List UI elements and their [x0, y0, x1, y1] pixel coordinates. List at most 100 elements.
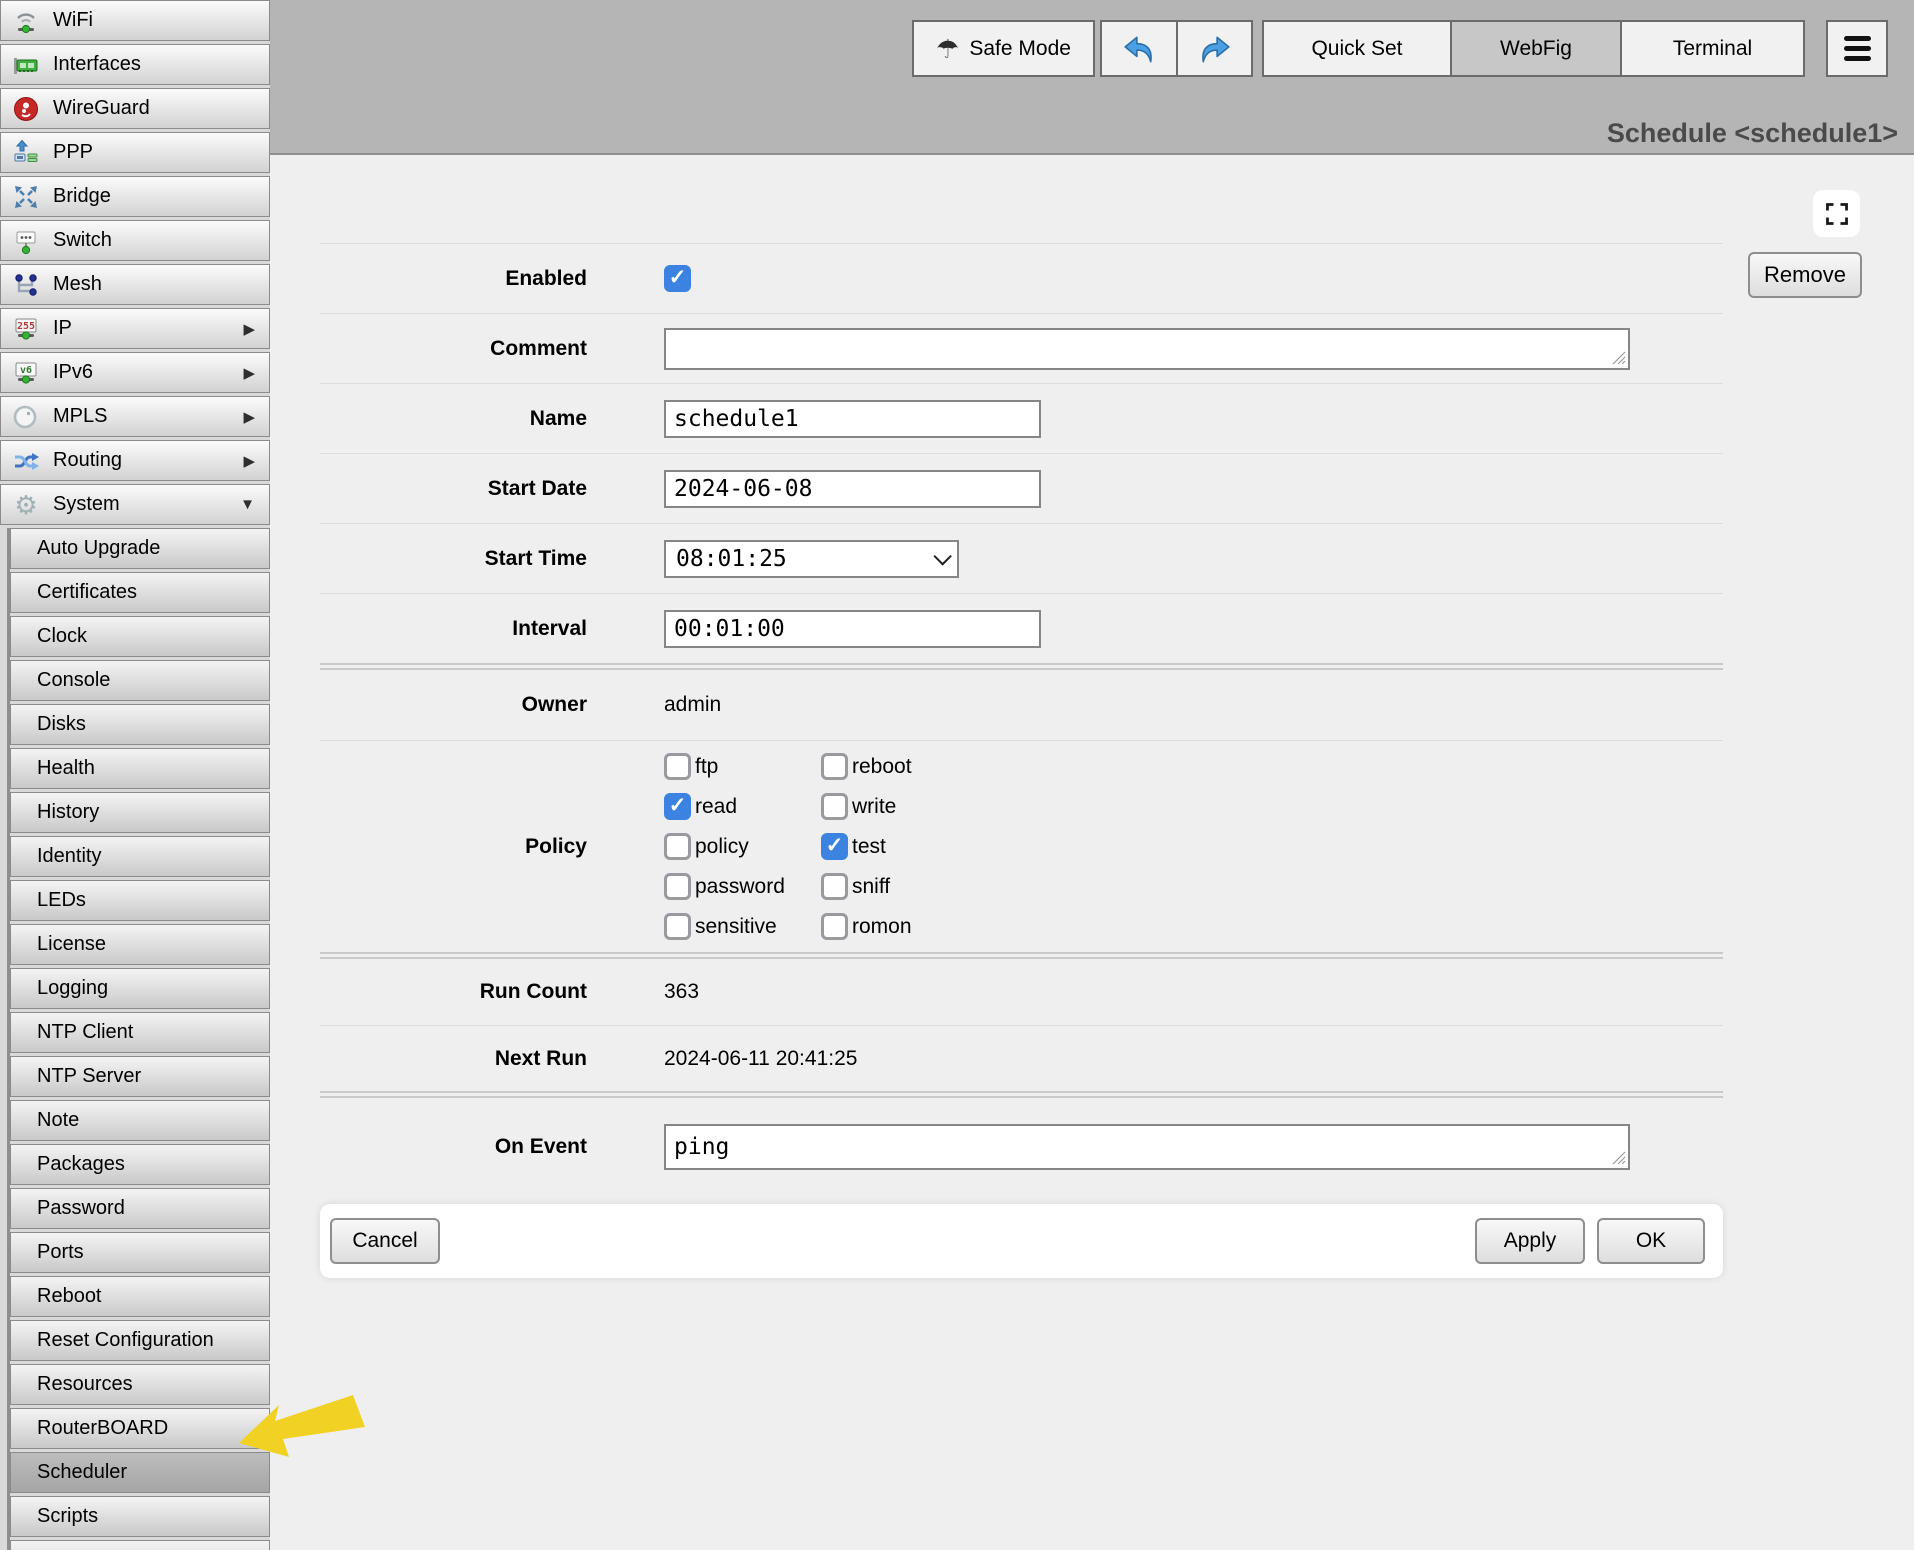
policy-label: Policy [320, 835, 587, 859]
sidebar-item-shutdown[interactable]: Shutdown [10, 1540, 270, 1550]
policy-romon-checkbox[interactable]: ✓ [821, 913, 848, 940]
gear-icon: ⚙ [11, 490, 41, 520]
sidebar-item-identity[interactable]: Identity [10, 836, 270, 877]
sidebar-item-ip[interactable]: 255 IP ▶ [0, 308, 270, 349]
resize-handle-icon[interactable] [1611, 350, 1626, 365]
ok-button[interactable]: OK [1597, 1218, 1705, 1264]
sidebar-item-license[interactable]: License [10, 924, 270, 965]
redo-button[interactable] [1176, 20, 1253, 77]
tab-webfig[interactable]: WebFig [1450, 20, 1622, 77]
on-event-textarea[interactable]: ping [664, 1124, 1630, 1170]
policy-write-checkbox[interactable]: ✓ [821, 793, 848, 820]
sidebar-item-switch[interactable]: Switch [0, 220, 270, 261]
policy-ftp-checkbox[interactable]: ✓ [664, 753, 691, 780]
sidebar-item-label: IP [53, 317, 72, 340]
tab-terminal[interactable]: Terminal [1620, 20, 1805, 77]
chevron-down-icon: ▼ [240, 496, 255, 513]
cancel-button[interactable]: Cancel [330, 1218, 440, 1264]
sidebar-item-wireguard[interactable]: WireGuard [0, 88, 270, 129]
sidebar-item-mesh[interactable]: Mesh [0, 264, 270, 305]
start-time-select[interactable]: 08:01:25 [664, 540, 959, 578]
undo-button[interactable] [1100, 20, 1178, 77]
sidebar-item-scripts[interactable]: Scripts [10, 1496, 270, 1537]
redo-icon [1198, 32, 1232, 66]
sidebar-item-label: Bridge [53, 185, 111, 208]
sidebar-item-bridge[interactable]: Bridge [0, 176, 270, 217]
sidebar-item-resources[interactable]: Resources [10, 1364, 270, 1405]
remove-button[interactable]: Remove [1748, 252, 1862, 298]
sidebar-item-password[interactable]: Password [10, 1188, 270, 1229]
apply-button[interactable]: Apply [1475, 1218, 1585, 1264]
start-time-label: Start Time [320, 547, 587, 571]
sidebar-item-routing[interactable]: Routing ▶ [0, 440, 270, 481]
sidebar-item-mpls[interactable]: MPLS ▶ [0, 396, 270, 437]
fullscreen-button[interactable] [1813, 190, 1860, 237]
enabled-checkbox[interactable]: ✓ [664, 265, 691, 292]
sidebar-item-ppp[interactable]: PPP [0, 132, 270, 173]
sidebar-item-label: WireGuard [53, 97, 150, 120]
sidebar-item-reset-configuration[interactable]: Reset Configuration [10, 1320, 270, 1361]
sidebar-item-history[interactable]: History [10, 792, 270, 833]
safe-mode-label: Safe Mode [969, 37, 1071, 61]
sidebar-item-routerboard[interactable]: RouterBOARD [10, 1408, 270, 1449]
safe-mode-button[interactable]: ☂ Safe Mode [912, 20, 1095, 77]
tab-quick-set[interactable]: Quick Set [1262, 20, 1452, 77]
interval-input[interactable] [664, 610, 1041, 648]
sidebar-item-health[interactable]: Health [10, 748, 270, 789]
page-title: Schedule <schedule1> [1607, 118, 1898, 149]
sidebar-item-disks[interactable]: Disks [10, 704, 270, 745]
fullscreen-icon [1824, 201, 1850, 227]
policy-policy-checkbox[interactable]: ✓ [664, 833, 691, 860]
sidebar-item-ports[interactable]: Ports [10, 1232, 270, 1273]
name-input[interactable] [664, 400, 1041, 438]
policy-test-checkbox[interactable]: ✓ [821, 833, 848, 860]
sidebar-item-note[interactable]: Note [10, 1100, 270, 1141]
sidebar-item-label: MPLS [53, 405, 107, 428]
sidebar-item-reboot[interactable]: Reboot [10, 1276, 270, 1317]
undo-icon [1122, 32, 1156, 66]
policy-read-checkbox[interactable]: ✓ [664, 793, 691, 820]
policy-password-checkbox[interactable]: ✓ [664, 873, 691, 900]
policy-sniff-checkbox[interactable]: ✓ [821, 873, 848, 900]
comment-row: Comment [320, 313, 1723, 383]
sidebar: WiFi Interfaces WireGuard [0, 0, 270, 1550]
sidebar-item-console[interactable]: Console [10, 660, 270, 701]
resize-handle-icon[interactable] [1611, 1150, 1626, 1165]
webfig-label: WebFig [1500, 37, 1572, 61]
hamburger-menu-button[interactable] [1826, 20, 1888, 77]
sidebar-item-system[interactable]: ⚙ System ▼ [0, 484, 270, 525]
sidebar-item-auto-upgrade[interactable]: Auto Upgrade [10, 528, 270, 569]
system-submenu: Auto Upgrade Certificates Clock Console … [7, 528, 270, 1550]
start-date-input[interactable] [664, 470, 1041, 508]
section-divider [320, 952, 1723, 959]
sidebar-item-certificates[interactable]: Certificates [10, 572, 270, 613]
sidebar-item-ipv6[interactable]: v6 IPv6 ▶ [0, 352, 270, 393]
sidebar-item-packages[interactable]: Packages [10, 1144, 270, 1185]
policy-reboot-checkbox[interactable]: ✓ [821, 753, 848, 780]
sidebar-item-ntp-client[interactable]: NTP Client [10, 1012, 270, 1053]
run-count-label: Run Count [320, 980, 587, 1004]
hamburger-icon [1844, 36, 1871, 41]
chevron-right-icon: ▶ [243, 452, 255, 470]
sidebar-item-ntp-server[interactable]: NTP Server [10, 1056, 270, 1097]
name-row: Name [320, 383, 1723, 453]
enabled-label: Enabled [320, 267, 587, 291]
sidebar-item-label: Routing [53, 449, 122, 472]
sidebar-item-label: PPP [53, 141, 93, 164]
sidebar-item-scheduler[interactable]: Scheduler [10, 1452, 270, 1493]
comment-textarea[interactable] [664, 328, 1630, 370]
chevron-right-icon: ▶ [243, 320, 255, 338]
owner-value: admin [664, 693, 721, 717]
sidebar-item-label: Mesh [53, 273, 102, 296]
sidebar-item-clock[interactable]: Clock [10, 616, 270, 657]
ip-icon: 255 [11, 314, 41, 344]
sidebar-item-label: WiFi [53, 9, 93, 32]
policy-sensitive-checkbox[interactable]: ✓ [664, 913, 691, 940]
sidebar-item-wifi[interactable]: WiFi [0, 0, 270, 41]
next-run-label: Next Run [320, 1047, 587, 1071]
svg-text:v6: v6 [20, 365, 32, 376]
mpls-icon [11, 402, 41, 432]
sidebar-item-logging[interactable]: Logging [10, 968, 270, 1009]
sidebar-item-leds[interactable]: LEDs [10, 880, 270, 921]
sidebar-item-interfaces[interactable]: Interfaces [0, 44, 270, 85]
